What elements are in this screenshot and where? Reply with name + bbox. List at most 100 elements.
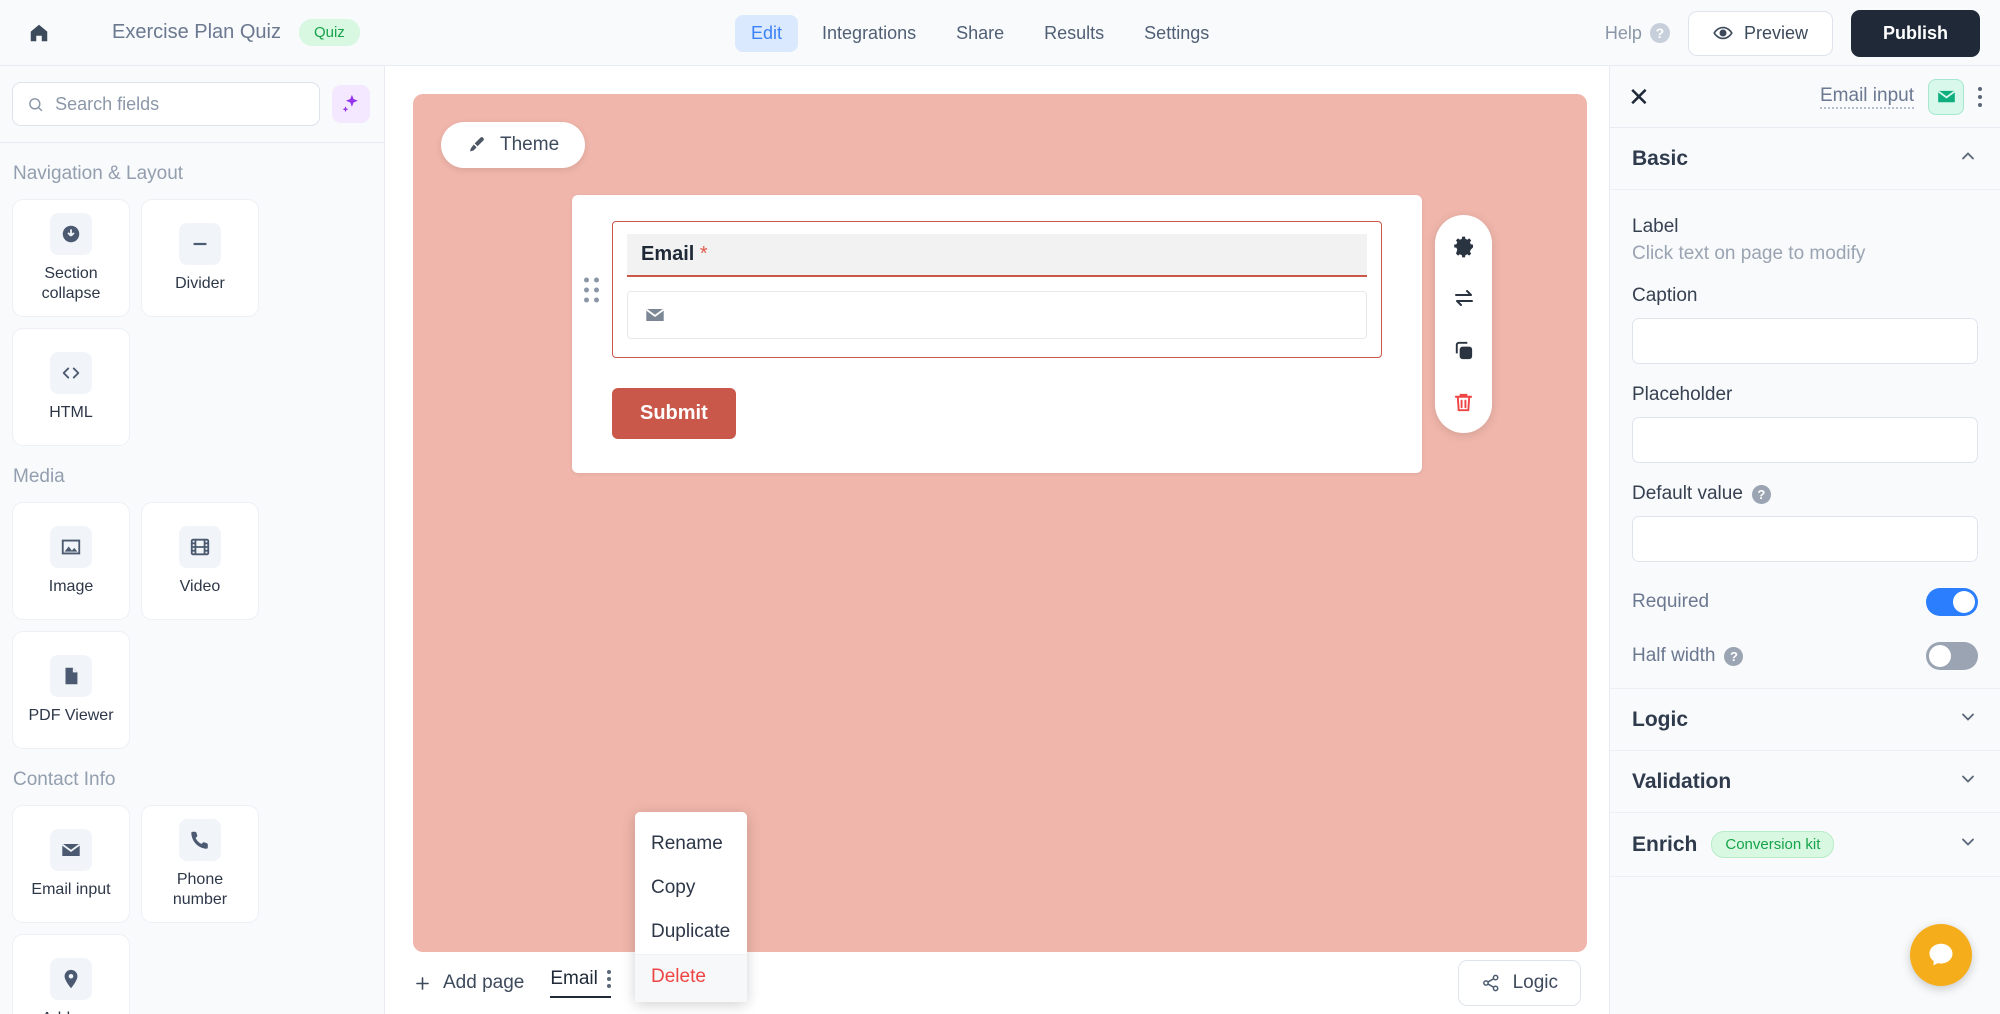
context-menu-item-delete[interactable]: Delete bbox=[635, 954, 747, 1002]
info-icon[interactable]: ? bbox=[1751, 484, 1771, 504]
half-width-toggle[interactable] bbox=[1926, 642, 1978, 670]
drag-handle-icon[interactable] bbox=[584, 277, 599, 302]
form-field-email[interactable]: Email * bbox=[584, 221, 1382, 358]
required-setting-row: Required bbox=[1632, 588, 1978, 616]
envelope-icon[interactable] bbox=[1928, 78, 1964, 115]
field-tile-section-collapse[interactable]: Section collapse bbox=[12, 199, 130, 317]
caption-input[interactable] bbox=[1632, 318, 1978, 364]
field-tile-image[interactable]: Image bbox=[12, 502, 130, 620]
conversion-kit-badge: Conversion kit bbox=[1711, 831, 1835, 858]
tile-group-media: Image Video PDF Viewer bbox=[12, 502, 370, 749]
placeholder-input[interactable] bbox=[1632, 417, 1978, 463]
page-title: Exercise Plan Quiz bbox=[112, 21, 281, 43]
context-menu-item-copy[interactable]: Copy bbox=[635, 866, 747, 910]
page-tab-email[interactable]: Email bbox=[550, 968, 611, 998]
field-tile-pdf-viewer[interactable]: PDF Viewer bbox=[12, 631, 130, 749]
preview-label: Preview bbox=[1743, 22, 1808, 43]
submit-button[interactable]: Submit bbox=[612, 388, 736, 439]
section-header-logic[interactable]: Logic bbox=[1610, 688, 2000, 751]
plus-icon bbox=[416, 976, 429, 990]
sidebar-scroll-area[interactable]: Navigation & Layout Section collapse Div… bbox=[0, 143, 384, 1014]
copy-icon[interactable] bbox=[1449, 335, 1479, 365]
section-header-validation[interactable]: Validation bbox=[1610, 751, 2000, 813]
chat-bubble-icon bbox=[1929, 943, 1953, 966]
half-width-label: Half width bbox=[1632, 645, 1716, 666]
theme-button[interactable]: Theme bbox=[441, 122, 586, 168]
logic-button[interactable]: Logic bbox=[1457, 960, 1581, 1006]
preview-button[interactable]: Preview bbox=[1687, 10, 1833, 56]
image-icon bbox=[50, 525, 92, 568]
field-tile-label: Email input bbox=[31, 880, 111, 898]
help-button[interactable]: Help ? bbox=[1605, 23, 1670, 44]
chat-support-button[interactable] bbox=[1910, 924, 1972, 986]
field-type-label[interactable]: Email input bbox=[1820, 85, 1914, 109]
caption-field-title: Caption bbox=[1632, 285, 1698, 306]
field-tile-divider[interactable]: Divider bbox=[141, 199, 259, 317]
film-icon bbox=[179, 525, 221, 568]
eye-icon bbox=[1713, 26, 1733, 40]
field-email-input[interactable] bbox=[627, 291, 1367, 339]
phone-icon bbox=[179, 819, 221, 862]
section-header-basic[interactable]: Basic bbox=[1610, 128, 2000, 190]
field-tile-html[interactable]: HTML bbox=[12, 328, 130, 446]
search-input[interactable] bbox=[55, 93, 305, 115]
context-menu-item-duplicate[interactable]: Duplicate bbox=[635, 910, 747, 954]
trash-icon[interactable] bbox=[1449, 387, 1479, 417]
publish-button[interactable]: Publish bbox=[1850, 9, 1980, 57]
tab-integrations[interactable]: Integrations bbox=[806, 15, 932, 52]
tab-settings[interactable]: Settings bbox=[1128, 15, 1225, 52]
close-icon[interactable]: ✕ bbox=[1628, 84, 1650, 110]
arrow-down-circle-icon bbox=[50, 213, 92, 256]
field-tile-label: HTML bbox=[49, 403, 93, 421]
fields-sidebar: Navigation & Layout Section collapse Div… bbox=[0, 66, 385, 1014]
label-field-title: Label bbox=[1632, 216, 1679, 237]
field-tile-label: Video bbox=[179, 577, 221, 595]
form-canvas[interactable]: Theme Email * Submit Rename Copy Duplica… bbox=[413, 94, 1587, 1002]
field-tile-video[interactable]: Video bbox=[141, 502, 259, 620]
tile-group-contact-info: Email input Phone number Address bbox=[12, 805, 370, 1014]
context-menu-item-rename[interactable]: Rename bbox=[635, 822, 747, 866]
group-label-contact-info: Contact Info bbox=[13, 769, 116, 790]
chevron-down-icon bbox=[1958, 769, 1978, 794]
document-icon bbox=[50, 654, 92, 697]
tab-edit[interactable]: Edit bbox=[735, 14, 799, 52]
search-box[interactable] bbox=[12, 82, 320, 126]
group-label-media: Media bbox=[13, 466, 65, 487]
home-button[interactable] bbox=[18, 12, 60, 54]
logic-label: Logic bbox=[1512, 972, 1558, 993]
swap-arrows-icon[interactable] bbox=[1449, 283, 1479, 313]
field-selected-box[interactable]: Email * bbox=[612, 221, 1382, 358]
main-nav-tabs: Edit Integrations Share Results Settings bbox=[735, 0, 1225, 66]
search-icon bbox=[29, 97, 43, 111]
required-toggle[interactable] bbox=[1926, 588, 1978, 616]
default-value-input[interactable] bbox=[1632, 516, 1978, 562]
default-value-label: Default value bbox=[1632, 483, 1743, 504]
kebab-menu-icon[interactable] bbox=[1978, 86, 1982, 107]
chevron-up-icon bbox=[1958, 146, 1978, 171]
field-tile-email-input[interactable]: Email input bbox=[12, 805, 130, 923]
ai-assist-button[interactable] bbox=[332, 85, 370, 123]
required-label: Required bbox=[1632, 591, 1710, 612]
gear-icon[interactable] bbox=[1449, 231, 1479, 261]
field-label[interactable]: Email * bbox=[627, 234, 1367, 277]
envelope-icon bbox=[50, 828, 92, 871]
field-settings-panel: ✕ Email input Basic Label Click text on … bbox=[1609, 66, 2000, 1014]
settings-panel-body[interactable]: Basic Label Click text on page to modify… bbox=[1610, 128, 2000, 1014]
section-title: Enrich bbox=[1632, 832, 1698, 856]
theme-label: Theme bbox=[500, 134, 560, 155]
minus-icon bbox=[179, 222, 221, 265]
page-context-menu: Rename Copy Duplicate Delete bbox=[635, 812, 747, 1002]
kebab-menu-icon[interactable] bbox=[606, 970, 611, 988]
map-pin-icon bbox=[50, 957, 92, 1000]
section-title: Basic bbox=[1632, 146, 1689, 170]
help-icon: ? bbox=[1649, 23, 1670, 43]
field-tile-address[interactable]: Address bbox=[12, 934, 130, 1014]
info-icon[interactable]: ? bbox=[1724, 646, 1744, 666]
field-tile-phone-number[interactable]: Phone number bbox=[141, 805, 259, 923]
tab-share[interactable]: Share bbox=[940, 15, 1020, 52]
add-page-button[interactable]: Add page bbox=[413, 972, 524, 994]
field-tile-label: Image bbox=[48, 577, 94, 595]
field-tile-label: Section collapse bbox=[41, 265, 101, 302]
section-header-enrich[interactable]: Enrich Conversion kit bbox=[1610, 813, 2000, 877]
tab-results[interactable]: Results bbox=[1028, 15, 1120, 52]
